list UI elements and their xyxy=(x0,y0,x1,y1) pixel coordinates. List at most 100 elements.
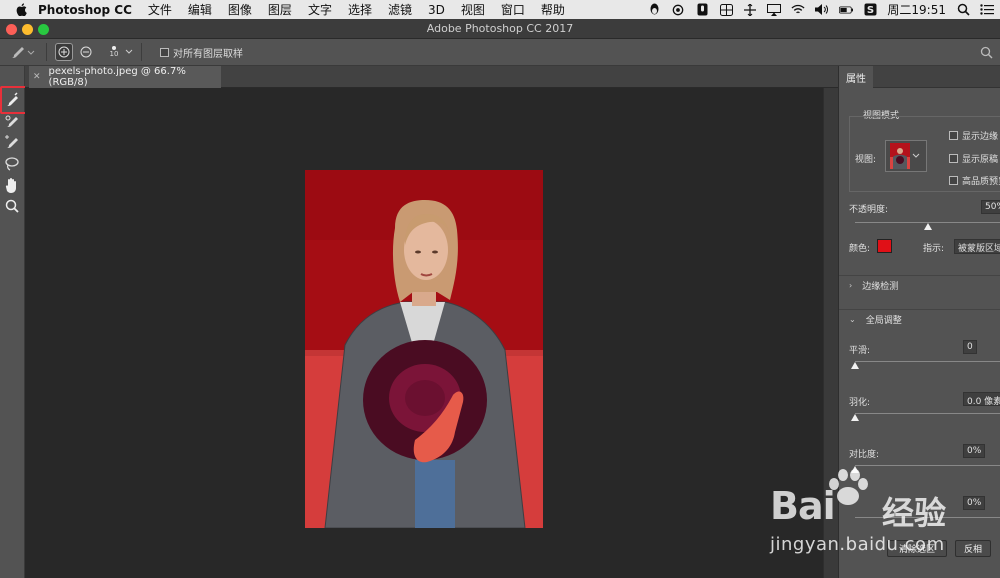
opacity-value[interactable]: 50% xyxy=(981,200,1000,214)
options-bar: 10 对所有图层取样 xyxy=(0,39,1000,66)
feather-slider-thumb[interactable] xyxy=(851,414,859,421)
close-tab-icon[interactable]: ✕ xyxy=(33,72,41,82)
contrast-value[interactable]: 0% xyxy=(963,444,986,458)
volume-icon[interactable] xyxy=(815,4,829,16)
show-edge-label: 显示边缘 xyxy=(962,132,999,142)
menu-3d[interactable]: 3D xyxy=(428,3,445,17)
shift-edge-slider-track[interactable] xyxy=(855,517,1000,518)
menu-app-name[interactable]: Photoshop CC xyxy=(38,3,132,17)
subtract-from-selection-button[interactable] xyxy=(77,43,95,61)
show-edge-option[interactable]: 显示边缘 xyxy=(949,129,998,142)
document-tab-bar: ✕ pexels-photo.jpeg @ 66.7%(RGB/8) xyxy=(25,66,838,88)
quick-selection-tool[interactable] xyxy=(2,91,22,109)
menu-help[interactable]: 帮助 xyxy=(541,1,565,18)
qq-penguin-icon[interactable] xyxy=(647,3,661,16)
refine-edge-brush-tool[interactable] xyxy=(2,133,22,151)
lasso-tool[interactable] xyxy=(2,155,22,173)
document-tab[interactable]: ✕ pexels-photo.jpeg @ 66.7%(RGB/8) xyxy=(29,66,221,88)
zoom-tool[interactable] xyxy=(2,197,22,215)
menu-view[interactable]: 视图 xyxy=(461,1,485,18)
battery-icon[interactable] xyxy=(839,4,854,16)
brush-tool[interactable] xyxy=(2,112,22,130)
sample-all-layers-checkbox[interactable] xyxy=(160,47,169,57)
sample-all-layers-option[interactable]: 对所有图层取样 xyxy=(160,45,243,60)
chevron-right-icon: › xyxy=(849,281,853,290)
s-app-icon[interactable]: S xyxy=(863,3,877,16)
zoom-icon xyxy=(5,199,19,213)
spotlight-search-icon[interactable] xyxy=(956,3,970,16)
window-minimize-button[interactable] xyxy=(22,24,33,35)
show-original-checkbox[interactable] xyxy=(949,154,958,163)
menu-window[interactable]: 窗口 xyxy=(501,1,525,18)
menu-filter[interactable]: 滤镜 xyxy=(388,1,412,18)
feather-slider-track[interactable] xyxy=(855,413,1000,414)
window-title: Adobe Photoshop CC 2017 xyxy=(426,22,574,35)
options-separator-2 xyxy=(141,43,142,61)
search-icon[interactable] xyxy=(978,44,994,60)
contrast-slider-thumb[interactable] xyxy=(851,466,859,473)
apple-logo-icon[interactable] xyxy=(14,3,28,17)
opacity-slider-thumb[interactable] xyxy=(924,223,932,230)
show-original-label: 显示原稿 xyxy=(962,155,999,165)
view-mode-thumbnail xyxy=(890,143,910,169)
indicate-select[interactable]: 被蒙版区域 xyxy=(954,239,1000,254)
shift-edge-value[interactable]: 0% xyxy=(963,496,986,510)
hand-icon xyxy=(5,178,16,193)
brush-icon xyxy=(5,115,18,127)
show-original-option[interactable]: 显示原稿 xyxy=(949,152,998,165)
move-arrows-icon[interactable] xyxy=(743,3,757,16)
refine-edge-brush-icon xyxy=(5,135,18,148)
high-quality-preview-option[interactable]: 高品质预览 xyxy=(949,174,1000,187)
properties-panel-header: 属性 xyxy=(839,66,1000,88)
microphone-icon[interactable] xyxy=(695,3,709,16)
clear-selection-button[interactable]: 清除选区 xyxy=(887,540,947,557)
view-label: 视图: xyxy=(855,155,877,165)
menu-image[interactable]: 图像 xyxy=(228,1,252,18)
macos-menubar: Photoshop CC 文件 编辑 图像 图层 文字 选择 滤镜 3D 视图 … xyxy=(0,0,1000,19)
vertical-scrollbar[interactable] xyxy=(823,88,838,578)
window-close-button[interactable] xyxy=(6,24,17,35)
menu-layer[interactable]: 图层 xyxy=(268,1,292,18)
feather-value[interactable]: 0.0 像素 xyxy=(963,392,1000,406)
global-refine-label: 全局调整 xyxy=(865,316,902,326)
brush-size-dropdown-icon[interactable] xyxy=(125,47,133,58)
menu-file[interactable]: 文件 xyxy=(148,1,172,18)
high-quality-preview-checkbox[interactable] xyxy=(949,176,958,185)
invert-button[interactable]: 反相 xyxy=(955,540,991,557)
menu-type[interactable]: 文字 xyxy=(308,1,332,18)
properties-tab[interactable]: 属性 xyxy=(839,66,873,88)
airplay-icon[interactable] xyxy=(767,3,782,16)
document-image[interactable] xyxy=(305,170,543,528)
smooth-slider-track[interactable] xyxy=(855,361,1000,362)
options-separator xyxy=(46,43,47,61)
toolbox xyxy=(0,66,33,578)
brush-size-picker[interactable]: 10 xyxy=(107,46,121,58)
smooth-value[interactable]: 0 xyxy=(963,340,977,354)
global-refine-section[interactable]: ⌄ 全局调整 xyxy=(839,309,1000,329)
contrast-slider-track[interactable] xyxy=(855,465,1000,466)
overlay-color-swatch[interactable] xyxy=(877,239,892,253)
properties-panel: 属性 视图模式 视图: 显示边缘 显示原稿 高品质预览 不透明度: 50% 颜色… xyxy=(838,66,1000,578)
window-maximize-button[interactable] xyxy=(38,24,49,35)
add-to-selection-button[interactable] xyxy=(55,43,73,61)
brush-minus-icon xyxy=(80,46,92,58)
tool-preset-picker[interactable] xyxy=(8,42,38,62)
edge-detection-section[interactable]: › 边缘检测 xyxy=(839,275,1000,295)
chevron-down-icon: ⌄ xyxy=(849,315,856,324)
hand-tool[interactable] xyxy=(2,176,22,194)
menu-select[interactable]: 选择 xyxy=(348,1,372,18)
color-label: 颜色: xyxy=(849,244,871,254)
window-grid-icon[interactable] xyxy=(719,3,733,16)
brush-size-value: 10 xyxy=(109,50,119,58)
wifi-icon[interactable] xyxy=(791,4,805,16)
document-tab-title: pexels-photo.jpeg @ 66.7%(RGB/8) xyxy=(48,66,186,88)
brush-plus-icon xyxy=(58,46,70,58)
feather-label: 羽化: xyxy=(849,398,871,408)
smooth-slider-thumb[interactable] xyxy=(851,362,859,369)
notification-center-icon[interactable] xyxy=(980,4,994,16)
menu-edit[interactable]: 编辑 xyxy=(188,1,212,18)
cloud-sync-icon[interactable] xyxy=(671,4,685,16)
menubar-clock[interactable]: 周二19:51 xyxy=(887,1,946,18)
view-mode-picker[interactable] xyxy=(885,140,927,172)
show-edge-checkbox[interactable] xyxy=(949,131,958,140)
